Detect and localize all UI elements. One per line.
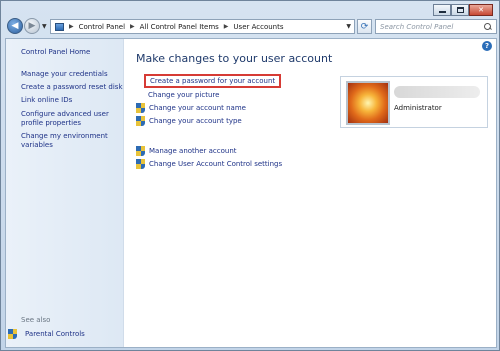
- maximize-button[interactable]: [451, 4, 469, 16]
- sidebar-link-online-ids[interactable]: Link online IDs: [21, 96, 72, 105]
- parental-controls-label: Parental Controls: [25, 330, 85, 338]
- task-label: Create a password for your account: [150, 77, 276, 85]
- uac-shield-icon: [8, 329, 17, 339]
- search-input[interactable]: Search Control Panel: [375, 19, 497, 34]
- uac-shield-icon: [136, 146, 145, 156]
- forward-button[interactable]: ▶: [24, 18, 40, 34]
- sidebar-create-password-reset-disk[interactable]: Create a password reset disk: [21, 83, 123, 92]
- sidebar-manage-credentials[interactable]: Manage your credentials: [21, 70, 108, 79]
- create-password-link[interactable]: Create a password for your account: [144, 74, 282, 88]
- task-label: Change your picture: [148, 91, 220, 99]
- see-also-label: See also: [21, 316, 51, 324]
- sidebar-control-panel-home[interactable]: Control Panel Home: [21, 48, 90, 56]
- sidebar-parental-controls[interactable]: Parental Controls: [8, 329, 85, 339]
- uac-shield-icon: [136, 116, 145, 126]
- task-label: Change your account name: [149, 104, 246, 112]
- content-area: Control Panel Home Manage your credentia…: [5, 38, 497, 348]
- back-button[interactable]: ◀: [7, 18, 23, 34]
- help-icon[interactable]: ?: [482, 41, 492, 51]
- breadcrumb-user-accounts[interactable]: User Accounts: [233, 23, 283, 31]
- refresh-button[interactable]: ⟳: [357, 19, 372, 34]
- manage-another-account-link[interactable]: Manage another account: [136, 146, 237, 156]
- breadcrumb-separator-icon[interactable]: ▶: [224, 23, 229, 30]
- recent-pages-dropdown[interactable]: ▼: [42, 23, 47, 30]
- control-panel-icon: [55, 22, 64, 31]
- change-picture-link[interactable]: Change your picture: [148, 91, 219, 99]
- change-account-type-link[interactable]: Change your account type: [136, 116, 242, 126]
- avatar: [346, 81, 390, 125]
- search-placeholder: Search Control Panel: [380, 22, 454, 31]
- uac-shield-icon: [136, 103, 145, 113]
- close-button[interactable]: ✕: [469, 4, 493, 16]
- sidebar: Control Panel Home Manage your credentia…: [6, 39, 124, 347]
- sidebar-change-environment-variables[interactable]: Change my environment variables: [21, 132, 117, 150]
- breadcrumb-all-items[interactable]: All Control Panel Items: [140, 23, 219, 31]
- breadcrumb-separator-icon[interactable]: ▶: [69, 23, 74, 30]
- task-label: Change your account type: [149, 117, 242, 125]
- task-label: Manage another account: [149, 147, 237, 155]
- refresh-icon: ⟳: [360, 21, 369, 32]
- search-icon[interactable]: [484, 22, 492, 31]
- uac-shield-icon: [136, 159, 145, 169]
- uac-settings-link[interactable]: Change User Account Control settings: [136, 159, 282, 169]
- breadcrumb-control-panel[interactable]: Control Panel: [79, 23, 125, 31]
- address-bar[interactable]: ▶ Control Panel ▶ All Control Panel Item…: [50, 19, 355, 34]
- account-name-redacted: [394, 86, 480, 98]
- account-role: Administrator: [394, 104, 442, 112]
- change-account-name-link[interactable]: Change your account name: [136, 103, 246, 113]
- minimize-button[interactable]: [433, 4, 451, 16]
- breadcrumb-separator-icon[interactable]: ▶: [130, 23, 135, 30]
- window-caption-buttons: ✕: [433, 4, 493, 16]
- user-accounts-window: ✕ ◀ ▶ ▼ ▶ Control Panel ▶ All Control Pa…: [0, 0, 500, 351]
- back-arrow-icon: ◀: [11, 21, 19, 31]
- forward-arrow-icon: ▶: [28, 21, 36, 31]
- address-dropdown-icon[interactable]: ▼: [346, 23, 351, 30]
- account-card: Administrator: [340, 76, 488, 128]
- navigation-bar: ◀ ▶ ▼ ▶ Control Panel ▶ All Control Pane…: [5, 18, 497, 36]
- sidebar-configure-profile-properties[interactable]: Configure advanced user profile properti…: [21, 110, 117, 128]
- task-label: Change User Account Control settings: [149, 160, 283, 168]
- page-title: Make changes to your user account: [136, 52, 333, 65]
